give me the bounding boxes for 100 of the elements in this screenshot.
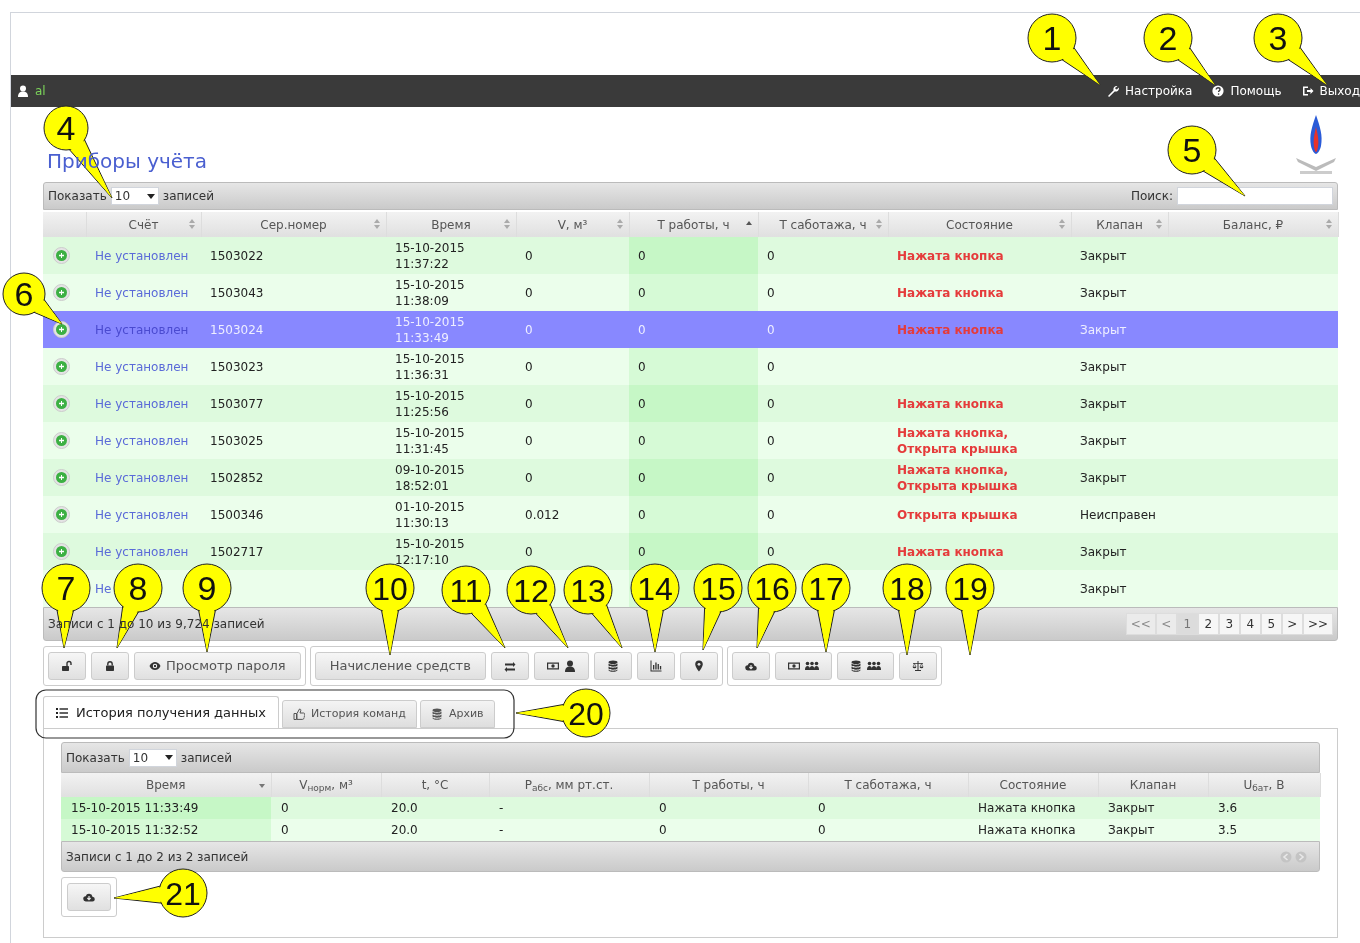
account-link[interactable]: Не установлен bbox=[95, 470, 189, 485]
sort-icon bbox=[616, 219, 623, 229]
column-header[interactable]: Время bbox=[431, 217, 471, 232]
table-row[interactable]: Не установлен 1503025 15-10-2015 11:31:45 0 0 0 Нажата кнопка, Открыта крышка Закрыт bbox=[43, 422, 1338, 459]
table-row[interactable]: Не установлен 1503022 15-10-2015 11:37:22 0 0 0 Нажата кнопка Закрыт bbox=[43, 237, 1338, 274]
column-header[interactable]: Состояние bbox=[999, 778, 1067, 792]
table-cell: 0 bbox=[281, 801, 289, 815]
column-header[interactable]: Сер.номер bbox=[260, 217, 327, 232]
page-button[interactable]: 3 bbox=[1218, 613, 1240, 635]
page-size-select[interactable]: 10 bbox=[128, 748, 177, 767]
tab[interactable]: История получения данных bbox=[43, 696, 279, 728]
toolbar-button[interactable] bbox=[593, 652, 632, 680]
sort-icon bbox=[188, 219, 195, 229]
upload-button[interactable] bbox=[67, 883, 111, 911]
map-marker-icon bbox=[692, 660, 705, 672]
table-cell: Нажата кнопка bbox=[978, 801, 1076, 815]
expand-row-icon[interactable] bbox=[53, 469, 70, 486]
table-cell: 20.0 bbox=[391, 823, 418, 837]
table-cell: 0 bbox=[281, 823, 289, 837]
column-header[interactable]: Клапан bbox=[1096, 217, 1143, 232]
status-text: Нажата кнопка bbox=[897, 395, 1005, 412]
expand-row-icon[interactable] bbox=[53, 506, 70, 523]
account-link[interactable]: Не установлен bbox=[95, 285, 189, 300]
toolbar-button[interactable] bbox=[679, 652, 718, 680]
toolbar-button[interactable] bbox=[91, 652, 129, 680]
page-button[interactable]: > bbox=[1281, 613, 1303, 635]
table-row[interactable]: Не установлен 1502852 09-10-2015 18:52:01 0 0 0 Нажата кнопка, Открыта крышка Закрыт bbox=[43, 459, 1338, 496]
page-button[interactable]: 5 bbox=[1260, 613, 1282, 635]
column-header[interactable]: Т работы, ч bbox=[692, 778, 765, 792]
account-link[interactable]: Не bbox=[95, 581, 112, 596]
table-cell: 15-10-2015 11:32:52 bbox=[71, 823, 199, 837]
table-cell: Нажата кнопка bbox=[978, 823, 1076, 837]
column-header[interactable]: Т саботажа, ч bbox=[844, 778, 932, 792]
column-header[interactable]: Клапан bbox=[1129, 778, 1177, 792]
sort-icon bbox=[503, 219, 510, 229]
toolbar-button[interactable] bbox=[836, 652, 894, 680]
expand-row-icon[interactable] bbox=[53, 358, 70, 375]
table-cell: 0 bbox=[638, 396, 646, 411]
expand-row-icon[interactable] bbox=[53, 321, 70, 338]
column-header[interactable]: t, °C bbox=[421, 778, 449, 792]
account-link[interactable]: Не установлен bbox=[95, 507, 189, 522]
column-header[interactable]: P$_{абс}$, мм рт.ст. bbox=[524, 778, 614, 792]
page-button[interactable]: 1 bbox=[1176, 613, 1198, 635]
page-button[interactable]: 4 bbox=[1239, 613, 1261, 635]
account-link[interactable]: Не установлен bbox=[95, 359, 189, 374]
expand-row-icon[interactable] bbox=[53, 543, 70, 560]
tab[interactable]: История команд bbox=[282, 700, 417, 728]
toolbar-button[interactable] bbox=[898, 652, 937, 680]
expand-row-icon[interactable] bbox=[53, 284, 70, 301]
table-row[interactable]: Не установлен 1503023 15-10-2015 11:36:31 0 0 0 Закрыт bbox=[43, 348, 1338, 385]
toolbar-button[interactable] bbox=[490, 652, 529, 680]
toolbar-button[interactable] bbox=[731, 652, 770, 680]
table-info: Записи с 1 до 2 из 2 записей bbox=[66, 848, 249, 866]
wrench-icon bbox=[1107, 85, 1120, 97]
column-header[interactable]: Баланс, ₽ bbox=[1222, 217, 1284, 232]
toolbar-button[interactable] bbox=[533, 652, 589, 680]
toolbar-button[interactable] bbox=[48, 652, 86, 680]
expand-row-icon[interactable] bbox=[53, 247, 70, 264]
expand-row-icon[interactable] bbox=[53, 432, 70, 449]
table-row[interactable]: Не установлен 1503077 15-10-2015 11:25:56 0 0 0 Нажата кнопка Закрыт bbox=[43, 385, 1338, 422]
page-size-select[interactable]: 10 bbox=[110, 187, 159, 205]
column-header[interactable]: Счёт bbox=[128, 217, 159, 232]
table-cell: 0 bbox=[767, 248, 775, 263]
column-header[interactable]: U$_{бат}$, В bbox=[1243, 778, 1285, 792]
table-row[interactable]: Не установлен 1503043 15-10-2015 11:38:09 0 0 0 Нажата кнопка Закрыт bbox=[43, 274, 1338, 311]
page-button[interactable]: 2 bbox=[1197, 613, 1219, 635]
toolbar-button[interactable]: Начисление средств bbox=[314, 652, 486, 680]
cloud-icon bbox=[744, 660, 757, 672]
people-icon bbox=[866, 660, 881, 672]
cloud-icon bbox=[83, 891, 95, 903]
tab[interactable]: Архив bbox=[419, 700, 495, 728]
table-cell: 0 bbox=[818, 801, 826, 815]
table-cell: 0 bbox=[767, 433, 775, 448]
column-header[interactable]: Т работы, ч bbox=[657, 217, 730, 232]
table-cell: 0 bbox=[525, 248, 533, 263]
table-cell: 0 bbox=[767, 544, 775, 559]
table-row[interactable]: Не установлен 1500346 01-10-2015 11:30:13 0.012 0 0 Открыта крышка Неисправен bbox=[43, 496, 1338, 533]
account-link[interactable]: Не установлен bbox=[95, 544, 189, 559]
account-link[interactable]: Не установлен bbox=[95, 433, 189, 448]
table-cell: 0 bbox=[767, 470, 775, 485]
table-cell: Закрыт bbox=[1080, 470, 1127, 485]
column-header[interactable]: Т саботажа, ч bbox=[779, 217, 867, 232]
column-header[interactable]: V, м³ bbox=[557, 217, 588, 232]
column-header[interactable]: Состояние bbox=[946, 217, 1013, 232]
column-header[interactable]: V$_{норм}$, м³ bbox=[299, 778, 353, 792]
account-link[interactable]: Не установлен bbox=[95, 248, 189, 263]
page-button[interactable]: >> bbox=[1302, 613, 1333, 635]
account-link[interactable]: Не установлен bbox=[95, 396, 189, 411]
toolbar-button[interactable] bbox=[774, 652, 832, 680]
table-cell: 0 bbox=[638, 544, 646, 559]
database-icon bbox=[430, 708, 443, 720]
table-cell: Закрыт bbox=[1080, 396, 1127, 411]
table-cell: 0 bbox=[525, 470, 533, 485]
table-row[interactable]: Не установлен 1502717 15-10-2015 12:17:10 0 0 0 Нажата кнопка Закрыт bbox=[43, 533, 1338, 570]
table-cell: 0 bbox=[767, 507, 775, 522]
search-field[interactable] bbox=[1177, 187, 1333, 205]
expand-row-icon[interactable] bbox=[53, 395, 70, 412]
column-header[interactable]: Время bbox=[146, 778, 186, 792]
toolbar-button[interactable]: Просмотр пароля bbox=[134, 652, 301, 680]
status-text: Нажата кнопка bbox=[897, 543, 1005, 560]
